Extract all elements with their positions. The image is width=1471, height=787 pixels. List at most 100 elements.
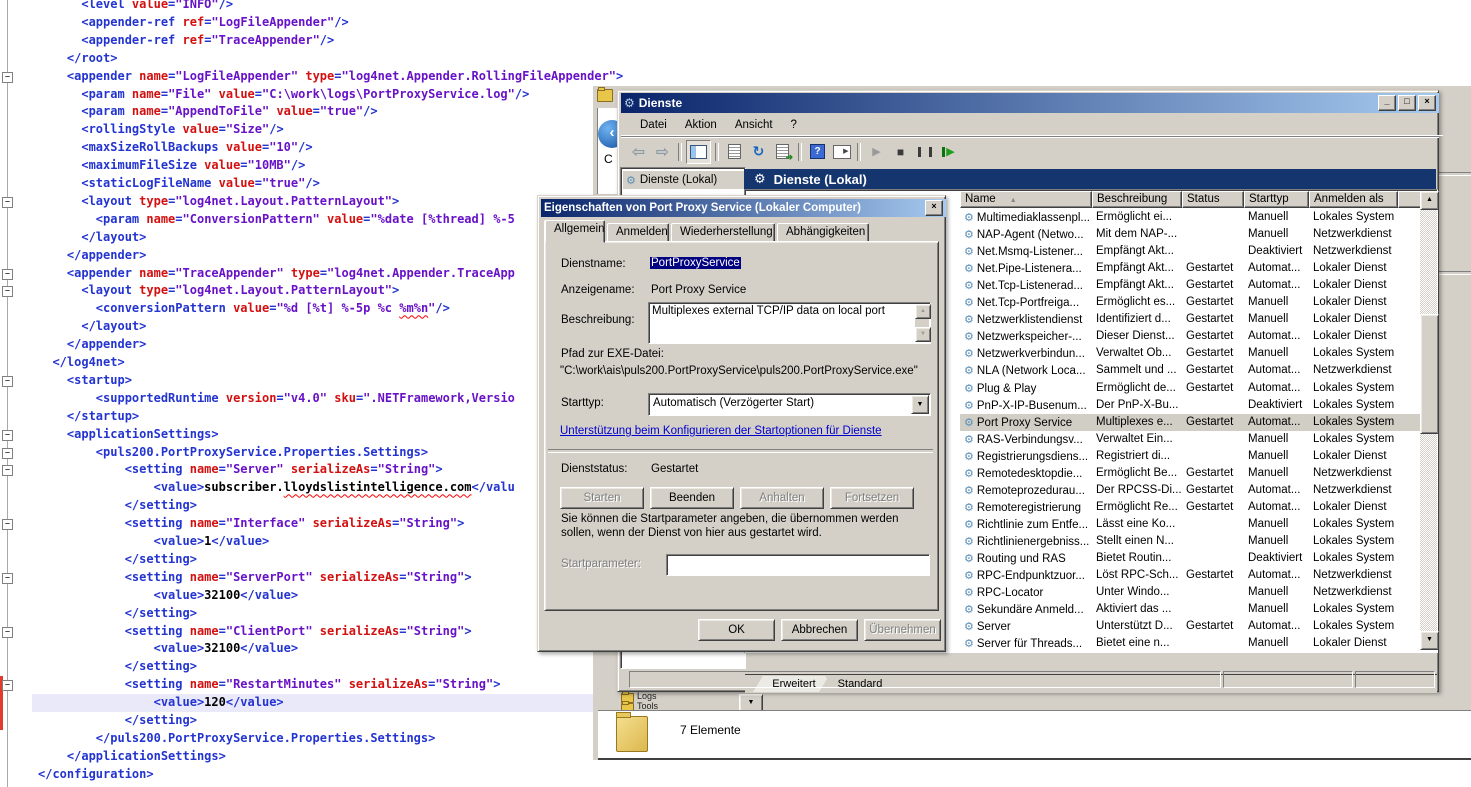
service-row[interactable]: ⚙NAP-Agent (Netwo...Mit dem NAP-...Manue… (960, 226, 1422, 243)
service-row[interactable]: ⚙Net.Tcp-Listenerad...Empfängt Akt...Ges… (960, 277, 1422, 294)
service-row[interactable]: ⚙Net.Msmq-Listener...Empfängt Akt...Deak… (960, 243, 1422, 260)
service-row[interactable]: ⚙NetzwerklistendienstIdentifiziert d...G… (960, 311, 1422, 328)
fold-toggle-icon[interactable]: − (2, 573, 13, 584)
folder-item[interactable]: Logs (637, 692, 657, 701)
service-row[interactable]: ⚙Multimediaklassenpl...Ermöglicht ei...M… (960, 209, 1422, 226)
tab-anmelden[interactable]: Anmelden (607, 223, 669, 243)
tab-wiederherstellung[interactable]: Wiederherstellung (671, 223, 775, 243)
fold-toggle-icon[interactable]: − (2, 376, 13, 387)
fold-toggle-icon[interactable]: − (2, 269, 13, 280)
properties-icon[interactable] (723, 141, 746, 163)
service-row[interactable]: ⚙ServerUnterstützt D...GestartetAutomat.… (960, 618, 1422, 635)
dialog-close-icon[interactable]: × (925, 200, 943, 216)
service-row[interactable]: ⚙Port Proxy ServiceMultiplexes e...Gesta… (960, 414, 1422, 431)
code-line: <param name="File" value="C:\work\logs\P… (38, 86, 529, 104)
service-row[interactable]: ⚙RAS-Verbindungsv...Verwaltet Ein...Manu… (960, 431, 1422, 448)
startoptions-help-link[interactable]: Unterstützung beim Konfigurieren der Sta… (560, 425, 882, 437)
service-cell: Manuell (1244, 311, 1309, 328)
beschreibung-textbox[interactable]: Multiplexes external TCP/IP data on loca… (648, 302, 931, 344)
scroll-down-icon[interactable]: ▼ (915, 327, 931, 342)
abbrechen-button[interactable]: Abbrechen (781, 619, 858, 641)
services-title-bar[interactable]: ⚙ Dienste _□× (621, 93, 1439, 113)
refresh-icon[interactable]: ↻ (747, 141, 770, 163)
starttyp-combobox[interactable]: Automatisch (Verzögerter Start) ▼ (648, 393, 931, 416)
extended-view-icon[interactable]: ▶ (830, 141, 853, 163)
tab-abhängigkeiten[interactable]: Abhängigkeiten (777, 223, 869, 243)
fold-toggle-icon[interactable]: − (2, 627, 13, 638)
service-row[interactable]: ⚙RemoteregistrierungErmöglicht Re...Gest… (960, 499, 1422, 516)
show-console-tree-icon[interactable] (686, 140, 711, 164)
export-list-icon[interactable]: ➜ (771, 141, 794, 163)
tab-allgemein[interactable]: Allgemein (545, 220, 605, 243)
fold-toggle-icon[interactable]: − (2, 72, 13, 83)
tree-item-dienste-lokal[interactable]: ⚙ Dienste (Lokal) (623, 171, 744, 189)
status-pane (629, 671, 1221, 688)
beenden-button[interactable]: Beenden (650, 487, 734, 509)
service-row[interactable]: ⚙Net.Pipe-Listenera...Empfängt Akt...Ges… (960, 260, 1422, 277)
beschreibung-scrollbar[interactable]: ▲ ▼ (915, 304, 929, 342)
service-row[interactable]: ⚙Server für Threads...Bietet eine n...Ma… (960, 635, 1422, 650)
ok-button[interactable]: OK (698, 619, 775, 641)
combo-dropdown-icon[interactable]: ▼ (911, 395, 929, 414)
close-button[interactable]: × (1418, 95, 1436, 111)
dialog-title-bar[interactable]: Eigenschaften von Port Proxy Service (Lo… (541, 199, 946, 217)
fortsetzen-button[interactable]: Fortsetzen (830, 487, 914, 509)
column-header-name[interactable]: Name▲ (960, 191, 1092, 208)
starten-button[interactable]: Starten (560, 487, 644, 509)
column-header-status[interactable]: Status (1182, 191, 1244, 208)
dienstname-value-wrap: PortProxyService (650, 257, 741, 269)
service-row[interactable]: ⚙Netzwerkspeicher-...Dieser Dienst...Ges… (960, 328, 1422, 345)
fold-toggle-icon[interactable]: − (2, 430, 13, 441)
code-line: <appender-ref ref="TraceAppender"/> (38, 32, 334, 50)
fold-toggle-icon[interactable]: − (2, 197, 13, 208)
scroll-down-button[interactable]: ▼ (1420, 631, 1439, 650)
service-row[interactable]: ⚙Registrierungsdiens...Registriert di...… (960, 448, 1422, 465)
startparameter-input[interactable] (666, 554, 930, 576)
fold-toggle-icon[interactable]: − (2, 286, 13, 297)
fold-toggle-icon[interactable]: − (2, 519, 13, 530)
start-service-icon[interactable]: ▶ (865, 141, 888, 163)
service-cell: Automat... (1244, 277, 1309, 294)
service-row[interactable]: ⚙RPC-LocatorUnter Windo...ManuellNetzwer… (960, 584, 1422, 601)
forward-icon[interactable]: ⇨ (651, 141, 674, 163)
service-name: ⚙Remoteregistrierung (960, 499, 1092, 516)
fold-toggle-icon[interactable]: − (2, 448, 13, 459)
service-row[interactable]: ⚙NLA (Network Loca...Sammelt und ...Gest… (960, 362, 1422, 379)
pause-service-icon[interactable] (913, 141, 936, 163)
service-row[interactable]: ⚙Richtlinie zum Entfe...Lässt eine Ko...… (960, 516, 1422, 533)
scroll-up-icon[interactable]: ▲ (915, 304, 931, 319)
menu-datei[interactable]: Datei (631, 117, 676, 133)
minimize-button[interactable]: _ (1378, 95, 1396, 111)
service-row[interactable]: ⚙RPC-Endpunktzuor...Löst RPC-Sch...Gesta… (960, 567, 1422, 584)
services-scrollbar[interactable]: ▲ ▼ (1420, 191, 1437, 650)
service-cell: Lokales System (1309, 601, 1398, 618)
code-line: <value>32100</value> (38, 587, 298, 605)
scroll-up-button[interactable]: ▲ (1420, 191, 1439, 210)
service-row[interactable]: ⚙Remoteprozedurau...Der RPCSS-Di...Gesta… (960, 482, 1422, 499)
service-row[interactable]: ⚙Net.Tcp-Portfreiga...Ermöglicht es...Ge… (960, 294, 1422, 311)
code-line: </startup> (38, 408, 139, 426)
service-row[interactable]: ⚙Sekundäre Anmeld...Aktiviert das ...Man… (960, 601, 1422, 618)
maximize-button[interactable]: □ (1398, 95, 1416, 111)
column-header-anmeldenals[interactable]: Anmelden als (1309, 191, 1398, 208)
anhalten-button[interactable]: Anhalten (740, 487, 824, 509)
service-row[interactable]: ⚙Remotedesktopdie...Ermöglicht Be...Gest… (960, 465, 1422, 482)
übernehmen-button[interactable]: Übernehmen (864, 619, 941, 641)
column-header-starttyp[interactable]: Starttyp (1244, 191, 1309, 208)
column-header-beschreibung[interactable]: Beschreibung (1092, 191, 1182, 208)
scrollbar-thumb[interactable] (1420, 314, 1439, 434)
menu-ansicht[interactable]: Ansicht (726, 117, 782, 133)
service-row[interactable]: ⚙Richtlinienergebniss...Stellt einen N..… (960, 533, 1422, 550)
back-icon[interactable]: ⇦ (627, 141, 650, 163)
restart-service-icon[interactable]: ▶ (937, 141, 960, 163)
service-row[interactable]: ⚙Netzwerkverbindun...Verwaltet Ob...Gest… (960, 345, 1422, 362)
fold-toggle-icon[interactable]: − (2, 465, 13, 476)
menu-?[interactable]: ? (782, 117, 806, 133)
stop-service-icon[interactable]: ■ (889, 141, 912, 163)
fold-toggle-icon[interactable]: − (2, 680, 13, 691)
service-row[interactable]: ⚙Plug & PlayErmöglicht de...GestartetAut… (960, 380, 1422, 397)
service-row[interactable]: ⚙PnP-X-IP-Busenum...Der PnP-X-Bu...Deakt… (960, 397, 1422, 414)
service-row[interactable]: ⚙Routing und RASBietet Routin...Deaktivi… (960, 550, 1422, 567)
help-icon[interactable]: ? (806, 141, 829, 163)
menu-aktion[interactable]: Aktion (676, 117, 726, 133)
